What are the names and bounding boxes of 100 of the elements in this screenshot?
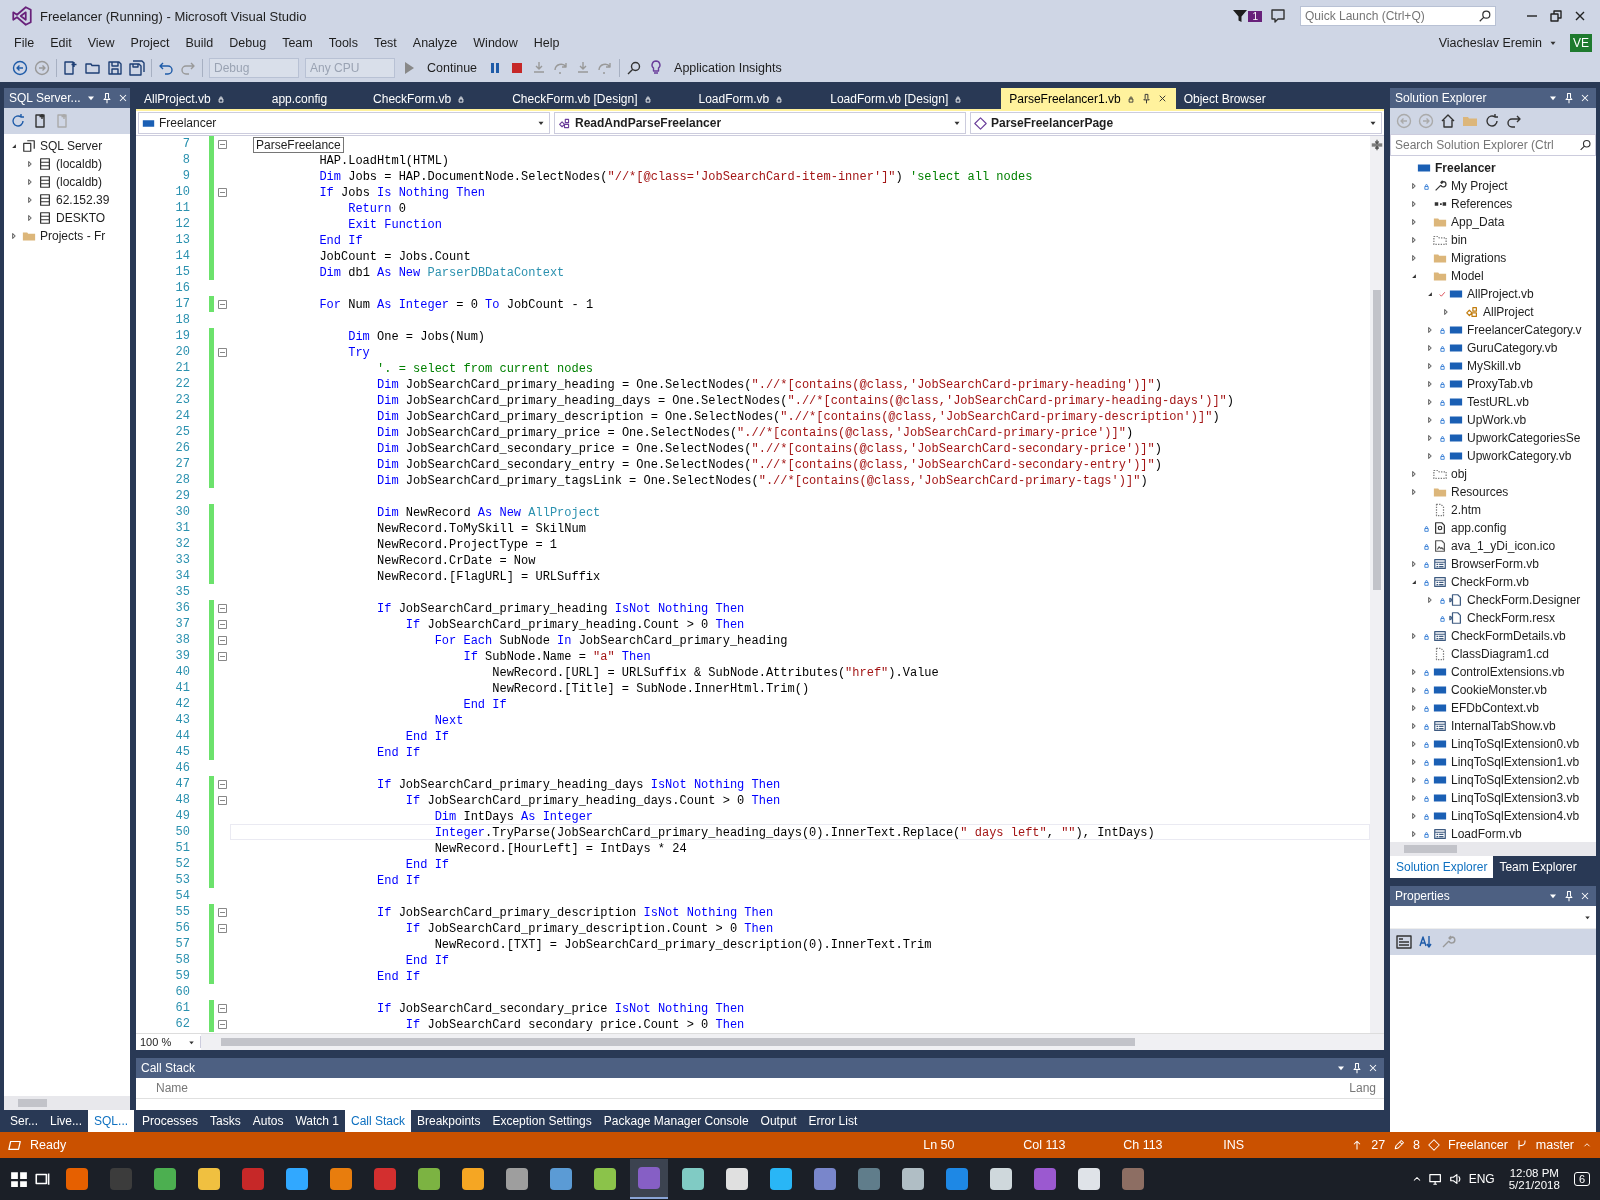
account-name[interactable]: Viacheslav Eremin (1438, 36, 1542, 50)
tree-item[interactable]: ClassDiagram1.cd (1449, 647, 1552, 661)
task-view-icon[interactable] (34, 1170, 52, 1188)
tool-window-tab[interactable]: Breakpoints (411, 1110, 487, 1132)
filter-icon[interactable] (1232, 8, 1249, 24)
app-icon[interactable] (1122, 1168, 1144, 1190)
tree-item[interactable]: (localdb) (54, 157, 105, 171)
tree-item[interactable]: CheckForm.Designer (1465, 593, 1583, 607)
new-project-icon[interactable] (63, 60, 79, 76)
collapse-icon[interactable] (217, 299, 227, 309)
collapse-icon[interactable] (217, 603, 227, 613)
collapse-icon[interactable] (217, 187, 227, 197)
tree-item[interactable]: Projects - Fr (38, 229, 108, 243)
notification-count[interactable]: 6 (1573, 1172, 1590, 1186)
repository-name[interactable]: Freelancer (1448, 1138, 1508, 1152)
tree-item[interactable]: ProxyTab.vb (1465, 377, 1536, 391)
find-icon[interactable] (626, 60, 643, 76)
search-field[interactable]: Search Solution Explorer (Ctrl (1390, 134, 1596, 156)
vertical-scrollbar[interactable] (1370, 136, 1384, 1033)
branch-name[interactable]: master (1535, 1138, 1574, 1152)
collapse-icon[interactable] (217, 923, 227, 933)
tree-item[interactable]: AllProject.vb (1465, 287, 1536, 301)
tree-item[interactable]: GuruCategory.vb (1465, 341, 1560, 355)
menu-item[interactable]: View (81, 36, 121, 50)
tree-item[interactable]: EFDbContext.vb (1449, 701, 1542, 715)
menu-item[interactable]: Tools (322, 36, 364, 50)
collapse-icon[interactable] (217, 1003, 227, 1013)
save-all-icon[interactable] (129, 60, 145, 76)
app-icon[interactable] (506, 1168, 528, 1190)
scroll-thumb[interactable] (18, 1099, 48, 1107)
menu-item[interactable]: File (8, 36, 41, 50)
document-tab[interactable]: LoadForm.vb [Design] (822, 88, 972, 109)
app-icon[interactable] (286, 1168, 308, 1190)
tree-item[interactable]: LinqToSqlExtension4.vb (1449, 809, 1582, 823)
tree-item[interactable]: My Project (1449, 179, 1510, 193)
tree-item[interactable]: (localdb) (54, 175, 105, 189)
user-avatar[interactable]: VE (1570, 34, 1592, 52)
app-icon[interactable] (1078, 1168, 1100, 1190)
tree-item[interactable]: UpworkCategoriesSe (1465, 431, 1583, 445)
app-icon[interactable] (1034, 1168, 1056, 1190)
scroll-thumb[interactable] (1404, 845, 1458, 853)
tree-item[interactable]: References (1449, 197, 1515, 211)
tool-window-tab[interactable]: Call Stack (345, 1110, 411, 1132)
tree-item[interactable]: FreelancerCategory.v (1465, 323, 1584, 337)
app-icon[interactable] (770, 1168, 792, 1190)
tree-item[interactable]: AllProject (1481, 305, 1536, 319)
save-icon[interactable] (107, 60, 123, 76)
tool-window-tab[interactable]: Package Manager Console (597, 1110, 755, 1132)
tree-item[interactable]: UpworkCategory.vb (1465, 449, 1574, 463)
unpushed-commits-count[interactable]: 27 (1371, 1138, 1386, 1152)
tree-item[interactable]: 2.htm (1449, 503, 1483, 517)
tool-window-tab[interactable]: Tasks (204, 1110, 247, 1132)
undo-icon[interactable] (158, 60, 174, 76)
app-icon[interactable] (66, 1168, 88, 1190)
project-dropdown[interactable]: Freelancer (138, 112, 550, 134)
app-icon[interactable] (902, 1168, 924, 1190)
pending-changes-count[interactable]: 8 (1413, 1138, 1421, 1152)
app-icon[interactable] (814, 1168, 836, 1190)
add-server-icon[interactable] (32, 113, 48, 129)
horizontal-scrollbar[interactable] (1390, 842, 1596, 856)
application-insights-button[interactable]: Application Insights (670, 59, 786, 77)
restore-icon[interactable] (1548, 8, 1564, 24)
refresh-icon[interactable] (10, 113, 26, 129)
app-icon[interactable] (418, 1168, 440, 1190)
tool-window-tab[interactable]: Processes (136, 1110, 205, 1132)
tree-item[interactable]: DESKTO (54, 211, 108, 225)
tree-item[interactable]: 62.152.39 (54, 193, 112, 207)
tree-item[interactable]: Resources (1449, 485, 1511, 499)
menu-item[interactable]: Debug (223, 36, 273, 50)
document-tab[interactable]: AllProject.vb (136, 88, 234, 109)
continue-button[interactable]: Continue (423, 59, 482, 77)
open-folder-icon[interactable] (85, 60, 101, 76)
tool-window-tab[interactable]: Exception Settings (486, 1110, 598, 1132)
member-dropdown[interactable]: ParseFreelancerPage (970, 112, 1382, 134)
quick-launch-field[interactable]: Quick Launch (Ctrl+Q) (1300, 6, 1496, 26)
notification-icon[interactable] (1270, 8, 1286, 24)
document-tab[interactable]: Object Browser (1175, 88, 1274, 109)
language-indicator[interactable]: ENG (1468, 1172, 1495, 1186)
collapse-icon[interactable] (217, 1019, 227, 1029)
tree-item[interactable]: obj (1449, 467, 1469, 481)
panel-tab[interactable]: Live... (44, 1110, 89, 1132)
pin-icon[interactable] (100, 92, 113, 104)
tree-item[interactable]: Freelancer (1433, 161, 1498, 175)
split-icon[interactable] (1370, 138, 1384, 152)
app-icon[interactable] (858, 1168, 880, 1190)
document-tab[interactable]: CheckForm.vb [Design] (504, 88, 661, 109)
tree-item[interactable]: CheckForm.vb (1449, 575, 1532, 589)
panel-tab[interactable]: SQL... (88, 1110, 135, 1132)
app-icon[interactable] (462, 1168, 484, 1190)
tree-item[interactable]: ControlExtensions.vb (1449, 665, 1567, 679)
notification-badge[interactable]: 1 (1248, 10, 1262, 22)
pin-icon[interactable] (1563, 890, 1575, 902)
home-icon[interactable] (1440, 113, 1456, 129)
panel-tab[interactable]: Team Explorer (1493, 856, 1583, 878)
redo-icon[interactable] (1506, 113, 1522, 129)
collapse-icon[interactable] (217, 619, 227, 629)
close-icon[interactable] (1367, 1062, 1379, 1074)
categorized-icon[interactable] (1396, 934, 1412, 950)
tree-item[interactable]: LoadForm.vb (1449, 827, 1524, 841)
menu-item[interactable]: Test (367, 36, 403, 50)
